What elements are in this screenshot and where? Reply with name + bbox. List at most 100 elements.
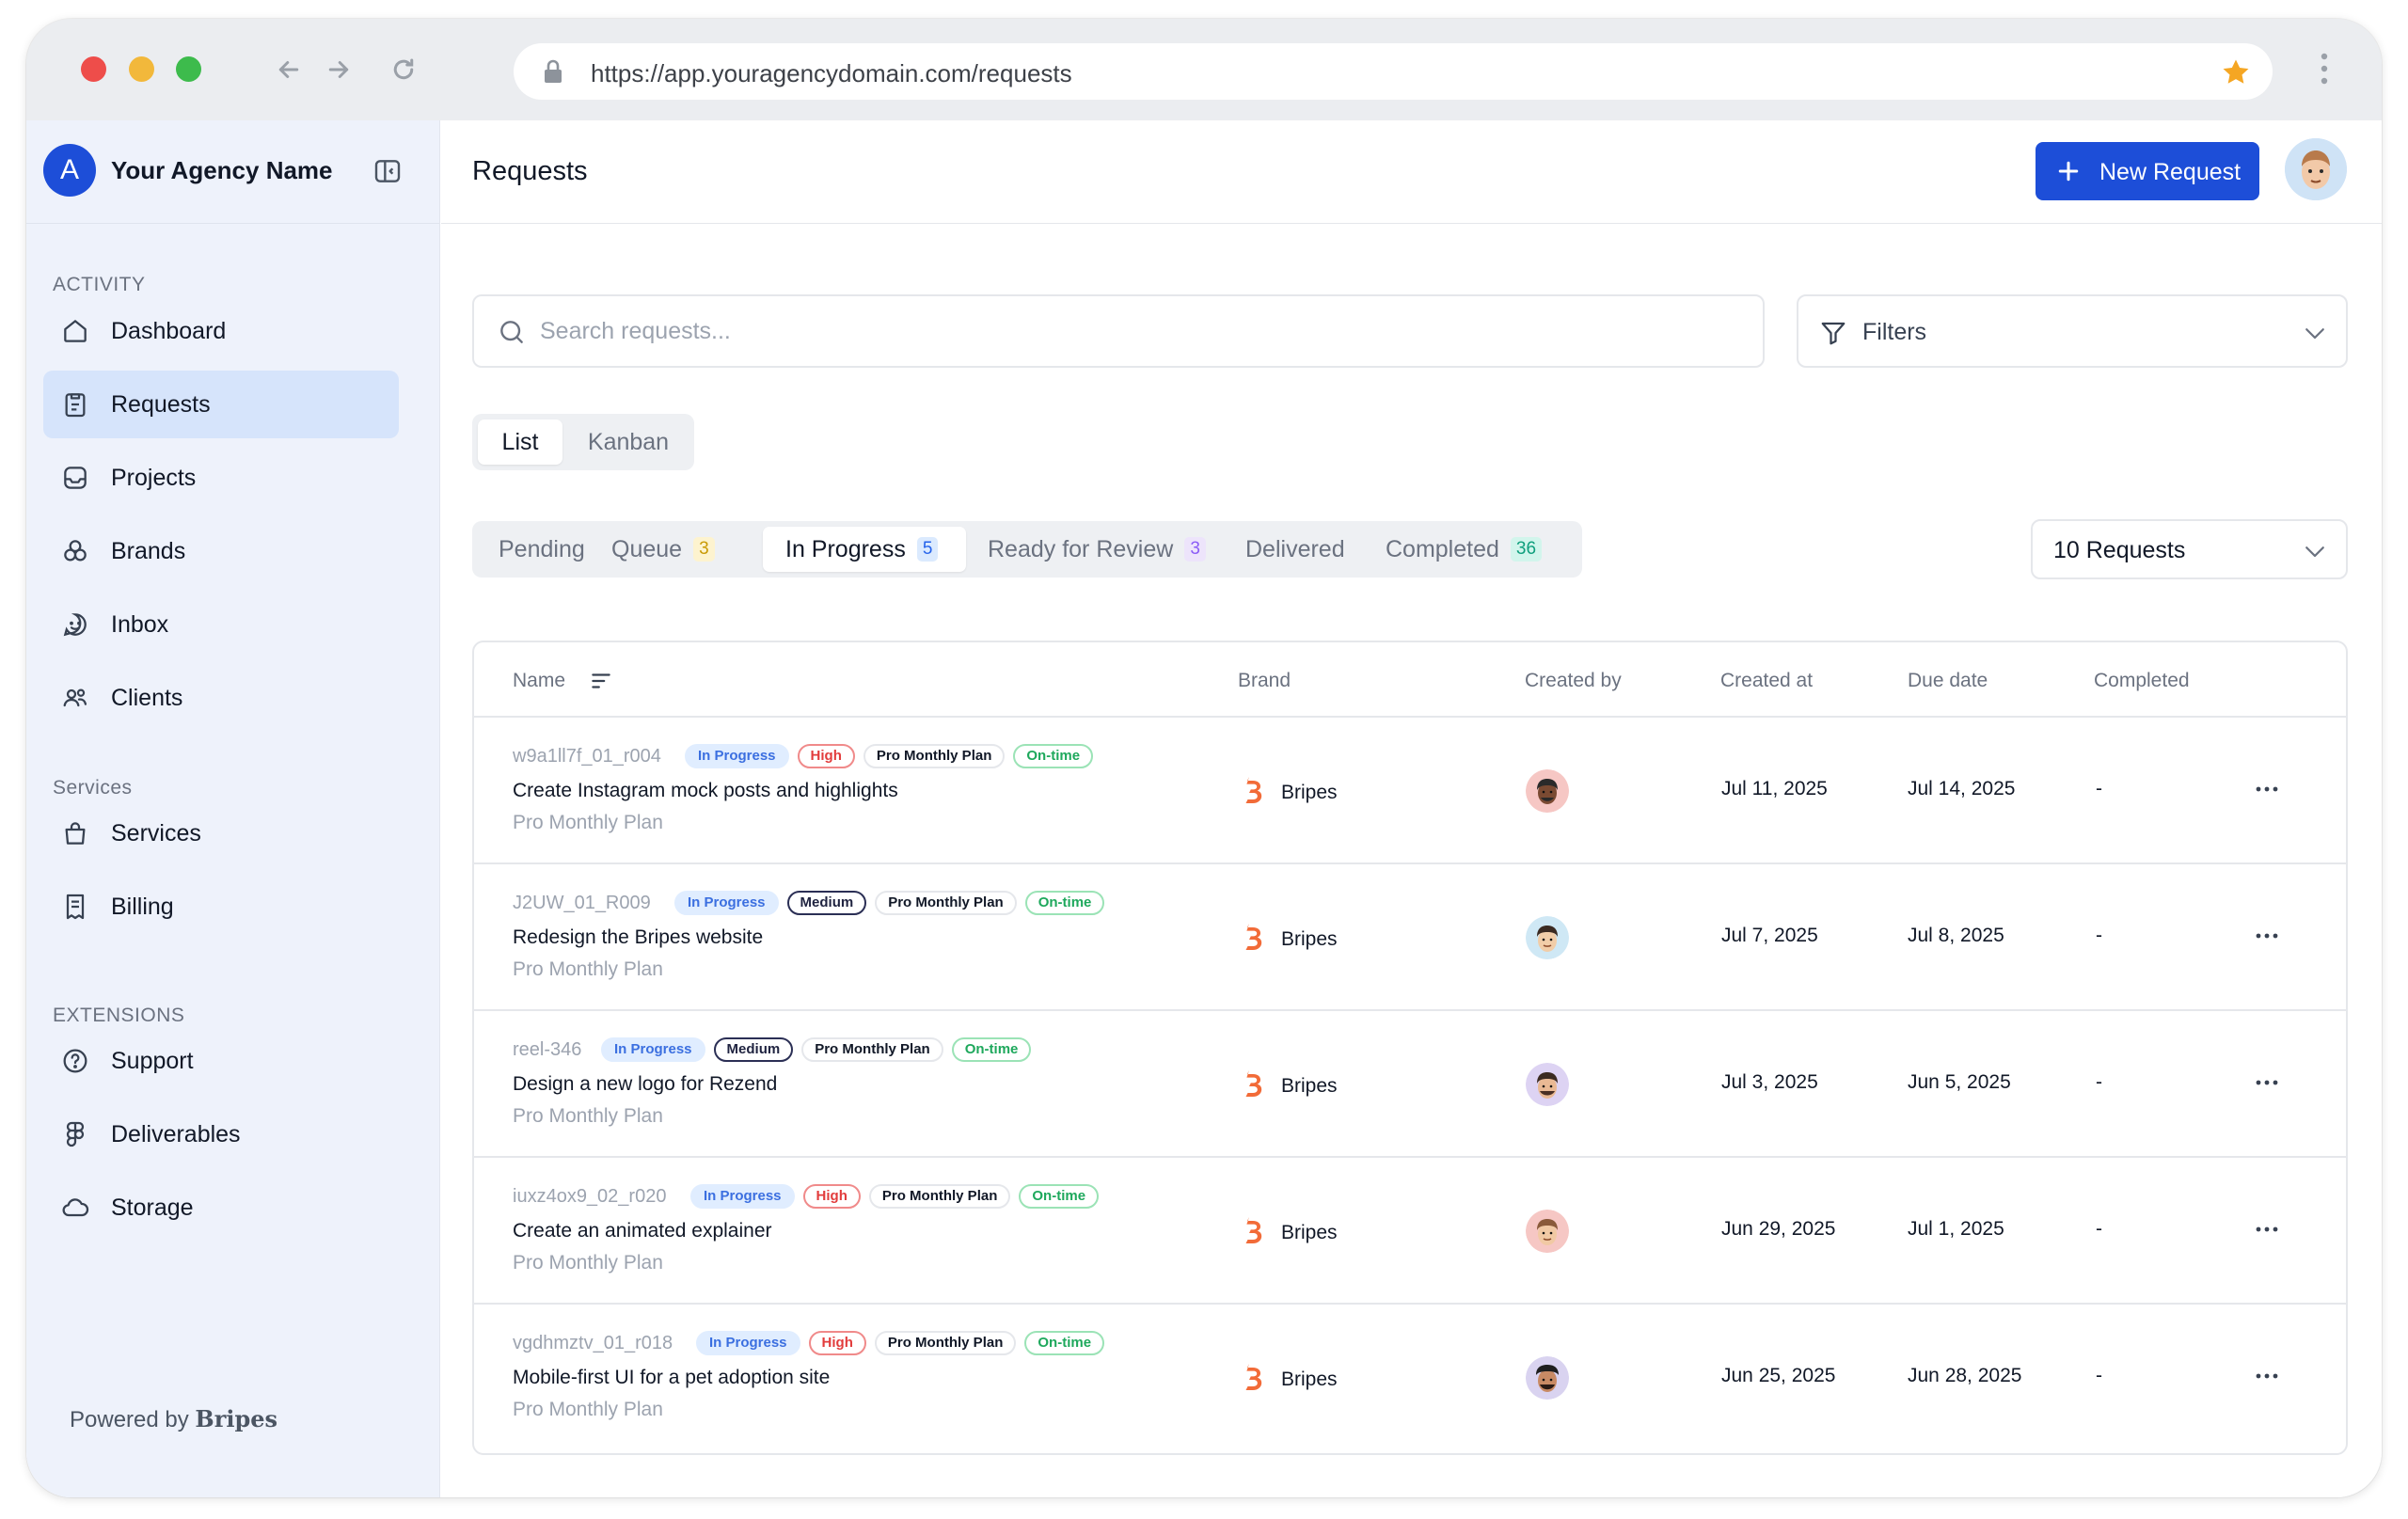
timing-badge: On-time bbox=[1024, 1331, 1105, 1355]
tab-delivered[interactable]: Delivered bbox=[1232, 527, 1358, 572]
created-at: Jul 7, 2025 bbox=[1721, 925, 1818, 946]
table-row[interactable]: iuxz4ox9_02_r020 In Progress High Pro Mo… bbox=[474, 1158, 2346, 1305]
completed-value: - bbox=[2096, 778, 2102, 799]
timing-badge: On-time bbox=[1013, 744, 1094, 768]
close-window-button[interactable] bbox=[81, 56, 106, 82]
column-header-created-at: Created at bbox=[1720, 670, 1814, 691]
sidebar-item-inbox[interactable]: Inbox bbox=[43, 591, 399, 658]
back-arrow-icon[interactable] bbox=[270, 51, 308, 88]
priority-badge: High bbox=[808, 1331, 866, 1355]
brand-cell: Bripes bbox=[1242, 1362, 1338, 1397]
more-options-icon[interactable] bbox=[2254, 923, 2280, 954]
powered-by[interactable]: Powered by Bripes bbox=[70, 1405, 277, 1433]
sidebar-item-billing[interactable]: Billing bbox=[43, 873, 399, 941]
tab-in-progress[interactable]: In Progress 5 bbox=[763, 527, 966, 572]
home-icon bbox=[60, 316, 90, 346]
browser-menu-icon[interactable] bbox=[2320, 53, 2329, 89]
agency-avatar[interactable]: A bbox=[43, 144, 96, 197]
status-badge: In Progress bbox=[696, 1331, 800, 1355]
column-header-name[interactable]: Name bbox=[513, 670, 565, 692]
brand-name: Bripes bbox=[1281, 1074, 1338, 1097]
request-title[interactable]: Redesign the Bripes website bbox=[513, 926, 763, 949]
agency-name[interactable]: Your Agency Name bbox=[111, 156, 333, 185]
sidebar-item-brands[interactable]: Brands bbox=[43, 517, 399, 585]
sidebar-item-requests[interactable]: Requests bbox=[43, 371, 399, 438]
creator-avatar[interactable] bbox=[1526, 769, 1569, 813]
tab-pending[interactable]: Pending bbox=[485, 527, 598, 572]
sidebar-item-dashboard[interactable]: Dashboard bbox=[43, 297, 399, 365]
table-row[interactable]: J2UW_01_R009 In Progress Medium Pro Mont… bbox=[474, 864, 2346, 1011]
creator-avatar[interactable] bbox=[1526, 1063, 1569, 1106]
tab-count-badge: 5 bbox=[916, 537, 939, 562]
sidebar-item-support[interactable]: Support bbox=[43, 1027, 399, 1095]
creator-avatar[interactable] bbox=[1526, 1210, 1569, 1253]
request-title[interactable]: Create an animated explainer bbox=[513, 1220, 772, 1242]
sidebar-item-projects[interactable]: Projects bbox=[43, 444, 399, 512]
page-size-label: 10 Requests bbox=[2053, 537, 2186, 563]
tab-queue[interactable]: Queue 3 bbox=[598, 527, 728, 572]
column-header-brand: Brand bbox=[1238, 670, 1291, 691]
tab-ready-for-review[interactable]: Ready for Review 3 bbox=[974, 527, 1219, 572]
filters-dropdown[interactable]: Filters bbox=[1797, 294, 2348, 368]
created-at: Jul 11, 2025 bbox=[1721, 778, 1828, 799]
sidebar-item-label: Projects bbox=[111, 465, 197, 491]
table-row[interactable]: vgdhmztv_01_r018 In Progress High Pro Mo… bbox=[474, 1305, 2346, 1451]
status-badge: In Progress bbox=[674, 891, 779, 915]
created-at: Jul 3, 2025 bbox=[1721, 1071, 1818, 1093]
sidebar-collapse-icon[interactable] bbox=[372, 156, 403, 191]
timing-badge: On-time bbox=[1019, 1184, 1100, 1209]
created-at: Jun 25, 2025 bbox=[1721, 1365, 1836, 1386]
request-title[interactable]: Design a new logo for Rezend bbox=[513, 1073, 777, 1096]
sidebar-item-storage[interactable]: Storage bbox=[43, 1174, 399, 1242]
new-request-button[interactable]: New Request bbox=[2036, 142, 2259, 200]
table-row[interactable]: w9a1ll7f_01_r004 In Progress High Pro Mo… bbox=[474, 718, 2346, 864]
tab-label: Pending bbox=[499, 535, 585, 562]
tab-label: Completed bbox=[1386, 535, 1499, 562]
sidebar-item-services[interactable]: Services bbox=[43, 799, 399, 867]
creator-avatar[interactable] bbox=[1526, 1356, 1569, 1400]
view-list-button[interactable]: List bbox=[478, 419, 562, 465]
table-header: Name Brand Created by Created at Due dat… bbox=[474, 642, 2346, 718]
more-options-icon[interactable] bbox=[2254, 1069, 2280, 1100]
sidebar-item-clients[interactable]: Clients bbox=[43, 664, 399, 732]
brand-cell: Bripes bbox=[1242, 1068, 1338, 1103]
request-title[interactable]: Create Instagram mock posts and highligh… bbox=[513, 780, 898, 802]
reload-icon[interactable] bbox=[385, 51, 422, 88]
more-options-icon[interactable] bbox=[2254, 1363, 2280, 1394]
new-request-label: New Request bbox=[2099, 159, 2242, 185]
tab-completed[interactable]: Completed 36 bbox=[1372, 527, 1555, 572]
status-badge: In Progress bbox=[685, 744, 789, 768]
maximize-window-button[interactable] bbox=[176, 56, 201, 82]
page-size-dropdown[interactable]: 10 Requests bbox=[2031, 519, 2348, 579]
due-date: Jul 1, 2025 bbox=[1908, 1218, 2004, 1240]
minimize-window-button[interactable] bbox=[129, 56, 154, 82]
sidebar-item-label: Inbox bbox=[111, 611, 169, 638]
bripes-logo-icon bbox=[1242, 922, 1266, 957]
bookmark-star-icon[interactable] bbox=[2220, 56, 2252, 93]
view-toggle: List Kanban bbox=[472, 414, 694, 470]
view-kanban-button[interactable]: Kanban bbox=[570, 419, 687, 465]
request-title[interactable]: Mobile-first UI for a pet adoption site bbox=[513, 1367, 830, 1389]
user-avatar[interactable] bbox=[2285, 138, 2347, 200]
plan-badge: Pro Monthly Plan bbox=[875, 891, 1017, 915]
creator-avatar[interactable] bbox=[1526, 916, 1569, 959]
more-options-icon[interactable] bbox=[2254, 1216, 2280, 1247]
table-row[interactable]: reel-346 In Progress Medium Pro Monthly … bbox=[474, 1011, 2346, 1158]
sidebar-item-label: Deliverables bbox=[111, 1121, 241, 1147]
search-box[interactable] bbox=[472, 294, 1765, 368]
forward-arrow-icon[interactable] bbox=[320, 51, 357, 88]
priority-badge: Medium bbox=[786, 891, 867, 915]
more-options-icon[interactable] bbox=[2254, 776, 2280, 807]
badge-group: In Progress Medium Pro Monthly Plan On-t… bbox=[601, 1037, 1032, 1062]
search-input[interactable] bbox=[540, 313, 1716, 349]
tab-label: Delivered bbox=[1245, 535, 1345, 562]
badge-group: In Progress High Pro Monthly Plan On-tim… bbox=[690, 1184, 1100, 1209]
chevron-down-icon bbox=[2301, 537, 2329, 570]
sidebar-item-deliverables[interactable]: Deliverables bbox=[43, 1100, 399, 1168]
section-label-extensions: EXTENSIONS bbox=[53, 1005, 185, 1026]
status-tabs: Pending Queue 3 In Progress 5 Ready for … bbox=[472, 521, 1582, 578]
sort-icon[interactable] bbox=[589, 669, 613, 698]
address-bar[interactable]: https://app.youragencydomain.com/request… bbox=[514, 43, 2273, 100]
help-icon bbox=[60, 1046, 90, 1076]
bripes-logo-icon bbox=[1242, 775, 1266, 810]
